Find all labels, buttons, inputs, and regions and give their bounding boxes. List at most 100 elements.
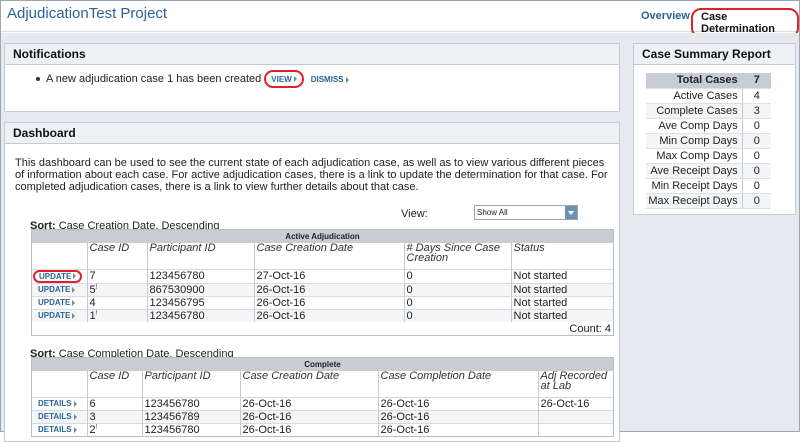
cell-case-id: 5! <box>86 282 147 296</box>
col-case-completion-date: Case Completion Date <box>377 371 538 397</box>
summary-row-complete-cases: Complete Cases 3 <box>646 103 771 119</box>
summary-row-min-receipt-days: Min Receipt Days 0 <box>646 178 771 194</box>
dashboard-description: This dashboard can be used to see the cu… <box>15 157 608 193</box>
view-link[interactable]: VIEW <box>264 70 304 88</box>
table-row: DETAILS 6 123456780 26-Oct-16 26-Oct-16 … <box>32 396 613 410</box>
update-button[interactable]: UPDATE <box>32 282 87 296</box>
dismiss-link[interactable]: DISMISS <box>311 75 349 84</box>
chevron-right-icon <box>73 427 77 434</box>
cell-created: 26-Oct-16 <box>253 308 404 322</box>
cell-completed: 26-Oct-16 <box>377 422 538 436</box>
main-content: Notifications A new adjudication case 1 … <box>1 33 799 442</box>
table-row: UPDATE 1! 123456780 26-Oct-16 0 Not star… <box>32 308 613 322</box>
cell-participant: 123456789 <box>141 409 240 423</box>
chevron-right-icon <box>72 286 76 293</box>
cell-status: Not started <box>510 268 613 283</box>
cell-status: Not started <box>510 282 613 296</box>
cell-participant: 123456795 <box>146 295 254 309</box>
table-row: DETAILS 2! 123456780 26-Oct-16 26-Oct-16 <box>32 422 613 436</box>
case-summary-table: Total Cases 7 Active Cases 4 Complete Case… <box>646 73 771 209</box>
col-participant-id: Participant ID <box>141 371 240 397</box>
cell-completed: 26-Oct-16 <box>377 396 538 410</box>
chevron-right-icon <box>293 76 297 83</box>
active-count: Count: 4 <box>569 322 611 335</box>
table-row: UPDATE 4 123456795 26-Oct-16 0 Not start… <box>32 295 613 309</box>
cell-participant: 123456780 <box>141 422 240 436</box>
col-status: Status <box>510 243 613 269</box>
chevron-right-icon <box>72 313 76 320</box>
notification-message: A new adjudication case 1 has been creat… <box>46 73 262 85</box>
table-row: UPDATE 7 123456780 27-Oct-16 0 Not start… <box>32 268 613 283</box>
project-title[interactable]: AdjudicationTest Project <box>7 5 167 22</box>
dashboard-title: Dashboard <box>5 123 619 144</box>
cell-participant: 123456780 <box>146 308 254 322</box>
flag-icon: ! <box>95 283 98 291</box>
cell-case-id: 3 <box>86 409 142 423</box>
view-select-value: Show All <box>477 208 508 217</box>
details-button[interactable]: DETAILS <box>32 409 87 423</box>
table-row: DETAILS 3 123456789 26-Oct-16 26-Oct-16 <box>32 409 613 423</box>
cell-completed: 26-Oct-16 <box>377 409 538 423</box>
complete-table: Complete Case ID Participant ID Case Cre… <box>31 357 614 437</box>
cell-recorded <box>537 422 613 436</box>
view-select[interactable]: Show All <box>474 205 578 220</box>
summary-row-ave-comp-days: Ave Comp Days 0 <box>646 118 771 134</box>
cell-case-id: 2! <box>86 422 142 436</box>
chevron-right-icon <box>73 273 77 280</box>
update-button[interactable]: UPDATE <box>32 308 87 322</box>
cell-created: 26-Oct-16 <box>239 409 378 423</box>
complete-grid: Complete Case ID Participant ID Case Cre… <box>32 358 613 436</box>
summary-row-max-comp-days: Max Comp Days 0 <box>646 148 771 164</box>
flag-icon: ! <box>95 423 98 431</box>
bullet-icon <box>36 77 40 82</box>
cell-created: 27-Oct-16 <box>253 268 404 283</box>
chevron-right-icon <box>72 299 76 306</box>
summary-row-min-comp-days: Min Comp Days 0 <box>646 133 771 149</box>
tab-overview[interactable]: Overview <box>641 10 690 22</box>
cell-days: 0 <box>403 295 511 309</box>
cell-created: 26-Oct-16 <box>253 282 404 296</box>
dashboard-panel: Dashboard This dashboard can be used to … <box>4 122 620 442</box>
col-adj-recorded: Adj Recorded at Lab <box>537 371 613 397</box>
cell-recorded: 26-Oct-16 <box>537 396 613 410</box>
cell-participant: 867530900 <box>146 282 254 296</box>
notifications-title: Notifications <box>5 44 619 65</box>
cell-case-id: 7 <box>86 268 147 283</box>
col-participant-id: Participant ID <box>146 243 254 269</box>
top-bar: AdjudicationTest Project Overview Case D… <box>1 1 799 38</box>
chevron-down-icon[interactable] <box>565 206 577 219</box>
cell-days: 0 <box>403 308 511 322</box>
active-adjudication-table: Active Adjudication Case ID Participant … <box>31 229 614 336</box>
notification-item: A new adjudication case 1 has been creat… <box>36 70 349 88</box>
col-case-id: Case ID <box>86 371 142 397</box>
summary-row-ave-receipt-days: Ave Receipt Days 0 <box>646 163 771 179</box>
cell-participant: 123456780 <box>146 268 254 283</box>
update-button[interactable]: UPDATE <box>33 269 83 283</box>
cell-days: 0 <box>403 268 511 283</box>
cell-status: Not started <box>510 295 613 309</box>
col-case-creation-date: Case Creation Date <box>253 243 404 269</box>
cell-case-id: 1! <box>86 308 147 322</box>
col-case-id: Case ID <box>86 243 147 269</box>
chevron-right-icon <box>73 400 77 407</box>
cell-created: 26-Oct-16 <box>253 295 404 309</box>
cell-case-id: 6 <box>86 396 142 410</box>
cell-case-id: 4 <box>86 295 147 309</box>
case-summary-title: Case Summary Report <box>634 44 795 65</box>
view-label: View: <box>401 208 428 220</box>
cell-participant: 123456780 <box>141 396 240 410</box>
chevron-right-icon <box>345 76 349 83</box>
details-button[interactable]: DETAILS <box>32 396 87 410</box>
table-row: UPDATE 5! 867530900 26-Oct-16 0 Not star… <box>32 282 613 296</box>
cell-recorded <box>537 409 613 423</box>
case-summary-panel: Case Summary Report Total Cases 7 Active … <box>633 43 796 215</box>
update-button[interactable]: UPDATE <box>32 295 87 309</box>
dismiss-link-label: DISMISS <box>310 75 344 84</box>
chevron-right-icon <box>73 413 77 420</box>
cell-days: 0 <box>403 282 511 296</box>
details-button[interactable]: DETAILS <box>32 422 87 436</box>
cell-created: 26-Oct-16 <box>239 422 378 436</box>
active-grid: Active Adjudication Case ID Participant … <box>32 230 613 335</box>
summary-row-total-cases: Total Cases 7 <box>646 73 771 89</box>
notifications-panel: Notifications A new adjudication case 1 … <box>4 43 620 112</box>
